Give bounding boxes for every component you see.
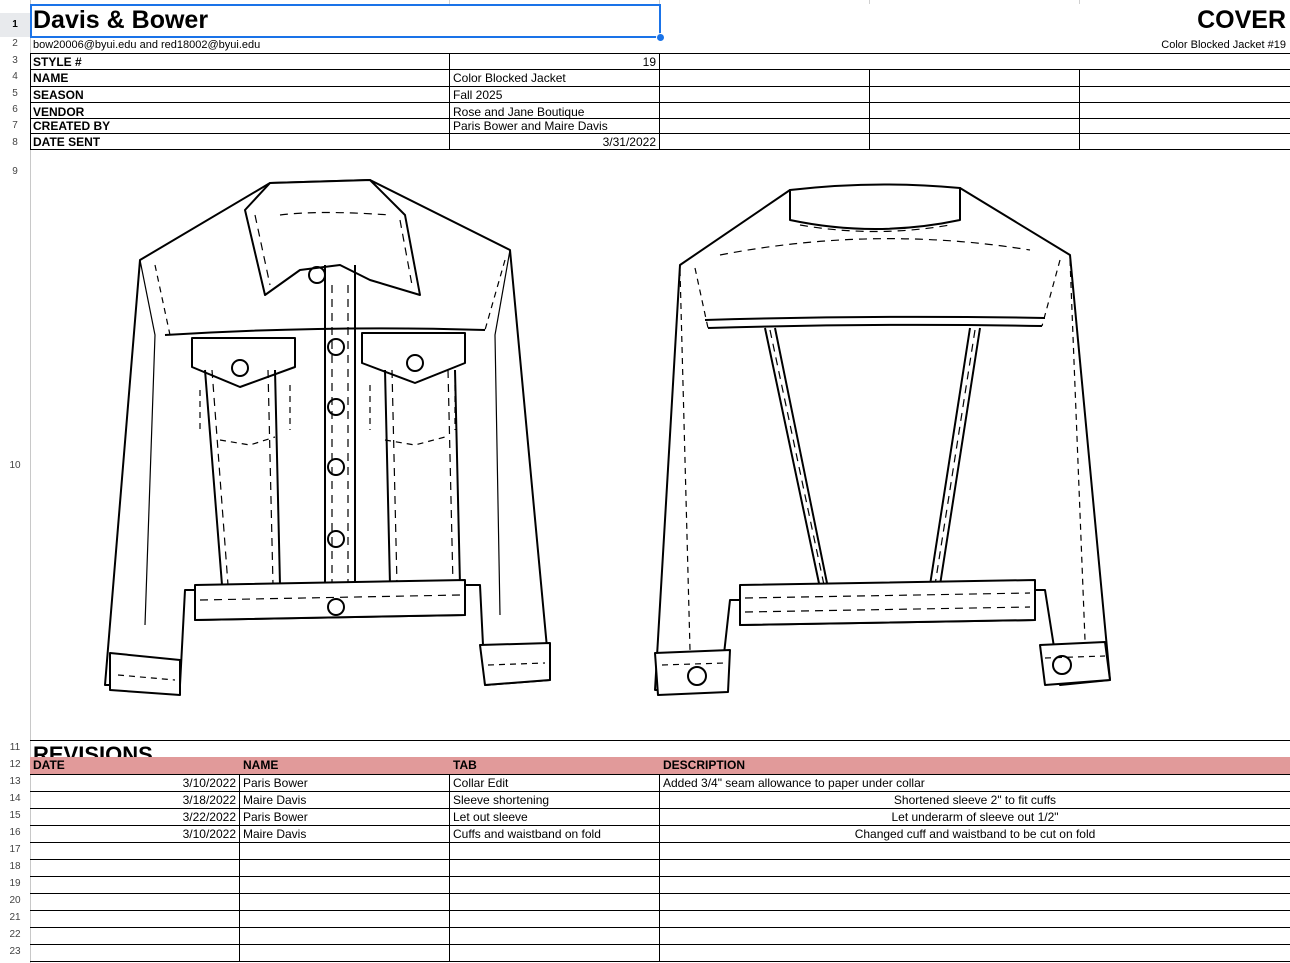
rev-2-tab[interactable]: Sleeve shortening (453, 793, 549, 807)
row-number-17[interactable]: 17 (0, 844, 30, 855)
rev-header-name[interactable]: NAME (243, 758, 278, 772)
row-number-1[interactable]: 1 (0, 13, 30, 37)
border-line (30, 53, 31, 149)
rev-header-description[interactable]: DESCRIPTION (663, 758, 745, 772)
border-line (239, 774, 240, 961)
border-line (30, 86, 1290, 87)
spec-value-style[interactable]: 19 (452, 55, 656, 69)
cover-subtitle[interactable]: Color Blocked Jacket #19 (1161, 38, 1286, 52)
row-number-2[interactable]: 2 (0, 38, 30, 49)
rev-1-date[interactable]: 3/10/2022 (32, 776, 236, 790)
revisions-header-row (30, 757, 1290, 774)
jacket-front-icon (104, 179, 551, 696)
grid-line (869, 0, 870, 4)
row-number-14[interactable]: 14 (0, 793, 30, 804)
row-number-9[interactable]: 9 (0, 166, 30, 177)
row-number-11[interactable]: 11 (0, 742, 30, 753)
jacket-back-icon (654, 183, 1111, 696)
spec-value-date-sent[interactable]: 3/31/2022 (452, 135, 656, 149)
border-line (30, 893, 1290, 894)
spec-value-created-by[interactable]: Paris Bower and Maire Davis (453, 119, 608, 133)
fill-handle[interactable] (656, 33, 665, 42)
spec-value-season[interactable]: Fall 2025 (453, 88, 502, 102)
rev-1-name[interactable]: Paris Bower (243, 776, 308, 790)
border-line (30, 808, 1290, 809)
rev-3-name[interactable]: Paris Bower (243, 810, 308, 824)
border-line (659, 53, 660, 149)
row-number-4[interactable]: 4 (0, 71, 30, 82)
rev-4-date[interactable]: 3/10/2022 (32, 827, 236, 841)
row-number-5[interactable]: 5 (0, 88, 30, 99)
row-number-20[interactable]: 20 (0, 895, 30, 906)
row-number-12[interactable]: 12 (0, 759, 30, 770)
row-number-13[interactable]: 13 (0, 776, 30, 787)
border-line (30, 859, 1290, 860)
spec-label-created-by[interactable]: CREATED BY (33, 119, 110, 133)
border-line (30, 774, 1290, 775)
row-number-18[interactable]: 18 (0, 861, 30, 872)
rev-2-name[interactable]: Maire Davis (243, 793, 306, 807)
rev-1-description[interactable]: Added 3/4" seam allowance to paper under… (663, 776, 925, 790)
border-line (449, 774, 450, 961)
rev-2-description[interactable]: Shortened sleeve 2" to fit cuffs (660, 793, 1290, 807)
selected-cell[interactable] (30, 4, 661, 38)
border-line (869, 69, 870, 149)
rev-4-tab[interactable]: Cuffs and waistband on fold (453, 827, 601, 841)
border-line (30, 740, 1290, 741)
spec-value-vendor[interactable]: Rose and Jane Boutique (453, 105, 584, 119)
emails[interactable]: bow20006@byui.edu and red18002@byui.edu (33, 38, 260, 52)
row-number-10[interactable]: 10 (0, 460, 30, 471)
border-line (30, 149, 1290, 150)
border-line (30, 133, 1290, 134)
border-line (449, 53, 450, 149)
row-number-16[interactable]: 16 (0, 827, 30, 838)
border-line (30, 927, 1290, 928)
cover-label[interactable]: COVER (1197, 6, 1286, 34)
revisions-title[interactable]: REVISIONS (33, 742, 153, 757)
rev-3-tab[interactable]: Let out sleeve (453, 810, 528, 824)
grid-line (1079, 0, 1080, 4)
rev-4-name[interactable]: Maire Davis (243, 827, 306, 841)
spec-label-vendor[interactable]: VENDOR (33, 105, 84, 119)
border-line (30, 102, 1290, 103)
row-number-7[interactable]: 7 (0, 120, 30, 131)
border-line (30, 791, 1290, 792)
border-line (30, 825, 1290, 826)
row-number-6[interactable]: 6 (0, 104, 30, 115)
row-number-15[interactable]: 15 (0, 810, 30, 821)
border-line (30, 876, 1290, 877)
spec-label-date-sent[interactable]: DATE SENT (33, 135, 100, 149)
rev-header-tab[interactable]: TAB (453, 758, 477, 772)
rev-1-tab[interactable]: Collar Edit (453, 776, 508, 790)
border-line (30, 910, 1290, 911)
row-number-8[interactable]: 8 (0, 137, 30, 148)
border-line (1079, 69, 1080, 149)
row-number-21[interactable]: 21 (0, 912, 30, 923)
rev-2-date[interactable]: 3/18/2022 (32, 793, 236, 807)
border-line (30, 118, 1290, 119)
spec-value-name[interactable]: Color Blocked Jacket (453, 71, 566, 85)
rev-4-description[interactable]: Changed cuff and waistband to be cut on … (660, 827, 1290, 841)
spec-label-season[interactable]: SEASON (33, 88, 84, 102)
border-line (30, 842, 1290, 843)
row-number-3[interactable]: 3 (0, 55, 30, 66)
rev-header-date[interactable]: DATE (33, 758, 65, 772)
border-line (30, 53, 1290, 54)
row-number-19[interactable]: 19 (0, 878, 30, 889)
spec-label-name[interactable]: NAME (33, 71, 68, 85)
border-line (30, 944, 1290, 945)
rev-3-description[interactable]: Let underarm of sleeve out 1/2" (660, 810, 1290, 824)
row-number-22[interactable]: 22 (0, 929, 30, 940)
rev-3-date[interactable]: 3/22/2022 (32, 810, 236, 824)
spec-label-style[interactable]: STYLE # (33, 55, 82, 69)
border-line (30, 69, 1290, 70)
row-number-23[interactable]: 23 (0, 946, 30, 957)
border-line (30, 961, 1290, 962)
